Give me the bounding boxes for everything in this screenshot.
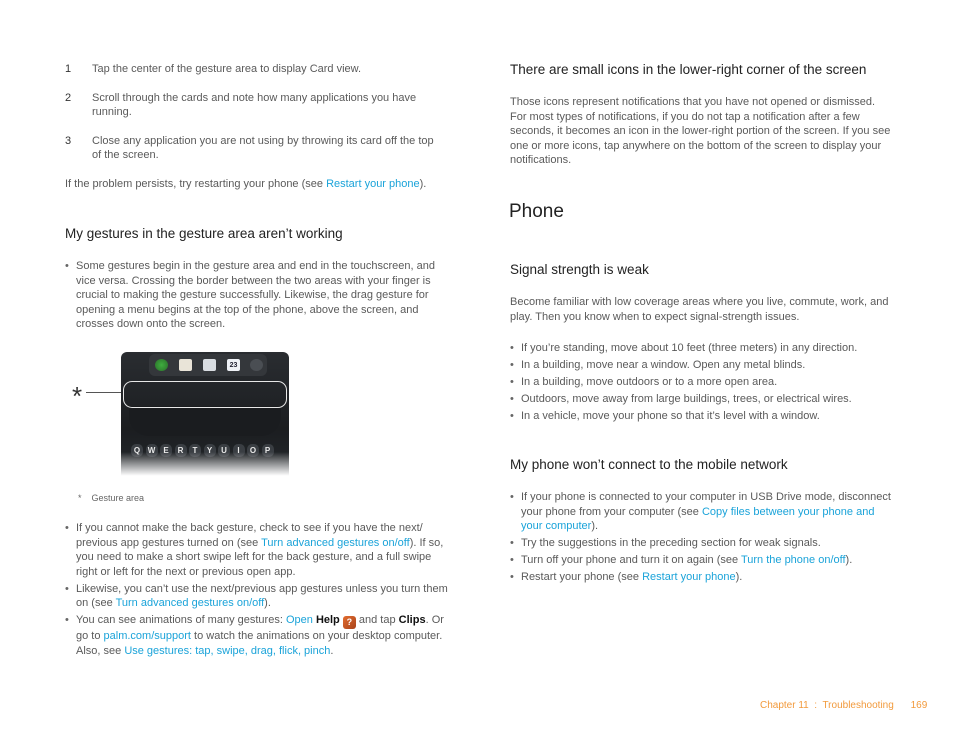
list-item: Try the suggestions in the preceding sec… — [510, 536, 895, 551]
step-number: 3 — [65, 134, 72, 147]
item-text-end: ). — [735, 571, 743, 583]
launcher-bar: 23 — [149, 354, 267, 376]
list-item: Some gestures begin in the gesture area … — [65, 259, 445, 332]
list-item: Outdoors, move away from large buildings… — [510, 392, 900, 407]
signal-heading: Signal strength is weak — [510, 262, 649, 277]
advanced-gestures-link[interactable]: Turn advanced gestures on/off — [261, 537, 410, 549]
step-item: 2 Scroll through the cards and note how … — [65, 91, 445, 120]
item-text: Try the suggestions in the preceding sec… — [521, 537, 821, 549]
email-app-icon — [203, 359, 216, 371]
caption-marker: * — [78, 493, 82, 503]
list-item: Turn off your phone and turn it on again… — [510, 553, 895, 568]
signal-bullets: If you’re standing, move about 10 feet (… — [510, 341, 900, 426]
contacts-app-icon — [179, 359, 192, 371]
advanced-gestures-link[interactable]: Turn advanced gestures on/off — [116, 597, 265, 609]
list-item: In a vehicle, move your phone so that it… — [510, 409, 900, 424]
list-item: If you’re standing, move about 10 feet (… — [510, 341, 900, 356]
item-text-end: . — [330, 644, 334, 657]
gestures-heading: My gestures in the gesture area aren’t w… — [65, 226, 343, 241]
item-text-end: ). — [264, 597, 271, 609]
list-item: If you cannot make the back gesture, che… — [65, 521, 450, 579]
launcher-app-icon — [250, 359, 263, 371]
list-item: In a building, move near a window. Open … — [510, 358, 900, 373]
step-item: 1 Tap the center of the gesture area to … — [65, 62, 445, 77]
gestures-bullets: Some gestures begin in the gesture area … — [65, 259, 445, 334]
item-text: and tap — [355, 614, 399, 626]
page-footer: Chapter 11 : Troubleshooting 169 — [760, 700, 927, 711]
persist-text: If the problem persists, try restarting … — [65, 178, 327, 190]
step-number: 2 — [65, 91, 72, 104]
turn-phone-on-off-link[interactable]: Turn the phone on/off — [741, 554, 846, 566]
page-number: 169 — [910, 700, 928, 711]
item-text: Turn off your phone and turn it on again… — [521, 554, 741, 566]
persist-text-end: ). — [419, 178, 427, 190]
chapter-label: Chapter 11 : Troubleshooting — [760, 700, 894, 711]
calendar-day: 23 — [229, 362, 238, 369]
gesture-area-outline — [123, 381, 287, 408]
caption-text: Gesture area — [91, 493, 145, 503]
phone-app-icon — [155, 359, 168, 371]
step-text: Tap the center of the gesture area to di… — [92, 63, 362, 75]
callout-asterisk: * — [72, 381, 83, 411]
clips-label: Clips — [398, 614, 426, 626]
calendar-app-icon: 23 — [227, 359, 240, 371]
restart-phone-link[interactable]: Restart your phone — [326, 178, 420, 190]
palm-support-link[interactable]: palm.com/support — [104, 630, 191, 642]
network-bullets: If your phone is connected to your compu… — [510, 490, 895, 587]
item-text-end: ). — [591, 520, 599, 532]
gestures-bullets-2: If you cannot make the back gesture, che… — [65, 521, 450, 661]
steps-list: 1 Tap the center of the gesture area to … — [65, 62, 445, 177]
restart-phone-link[interactable]: Restart your phone — [642, 571, 736, 583]
phone-section-title: Phone — [509, 201, 564, 222]
persist-paragraph: If the problem persists, try restarting … — [65, 177, 455, 192]
screen-bottom — [129, 406, 281, 436]
figure-caption: * Gesture area — [78, 493, 144, 503]
icons-heading: There are small icons in the lower-right… — [510, 62, 867, 77]
item-text: Restart your phone (see — [521, 571, 643, 583]
list-item: If your phone is connected to your compu… — [510, 490, 895, 534]
callout-leader-line — [86, 392, 122, 393]
signal-body: Become familiar with low coverage areas … — [510, 296, 889, 323]
open-link[interactable]: Open — [286, 614, 313, 626]
step-number: 1 — [65, 63, 72, 75]
list-item: In a building, move outdoors or to a mor… — [510, 375, 900, 390]
use-gestures-link[interactable]: Use gestures: tap, swipe, drag, flick, p… — [124, 645, 330, 657]
network-heading: My phone won’t connect to the mobile net… — [510, 457, 788, 472]
step-text: Scroll through the cards and note how ma… — [92, 91, 417, 119]
help-label: Help — [315, 614, 340, 626]
list-item: You can see animations of many gestures:… — [65, 613, 450, 658]
phone-illustration: 23 QWERTYUIOP — [121, 352, 289, 480]
item-text: You can see animations of many gestures: — [76, 614, 286, 626]
icons-body: Those icons represent notifications that… — [510, 96, 891, 166]
list-item: Restart your phone (see Restart your pho… — [510, 570, 895, 585]
step-text: Close any application you are not using … — [92, 134, 434, 162]
item-text-end: ). — [845, 554, 853, 566]
help-app-icon: ? — [342, 616, 356, 629]
list-item: Likewise, you can’t use the next/previou… — [65, 582, 450, 611]
phone-fade — [121, 452, 289, 480]
step-item: 3 Close any application you are not usin… — [65, 134, 445, 163]
